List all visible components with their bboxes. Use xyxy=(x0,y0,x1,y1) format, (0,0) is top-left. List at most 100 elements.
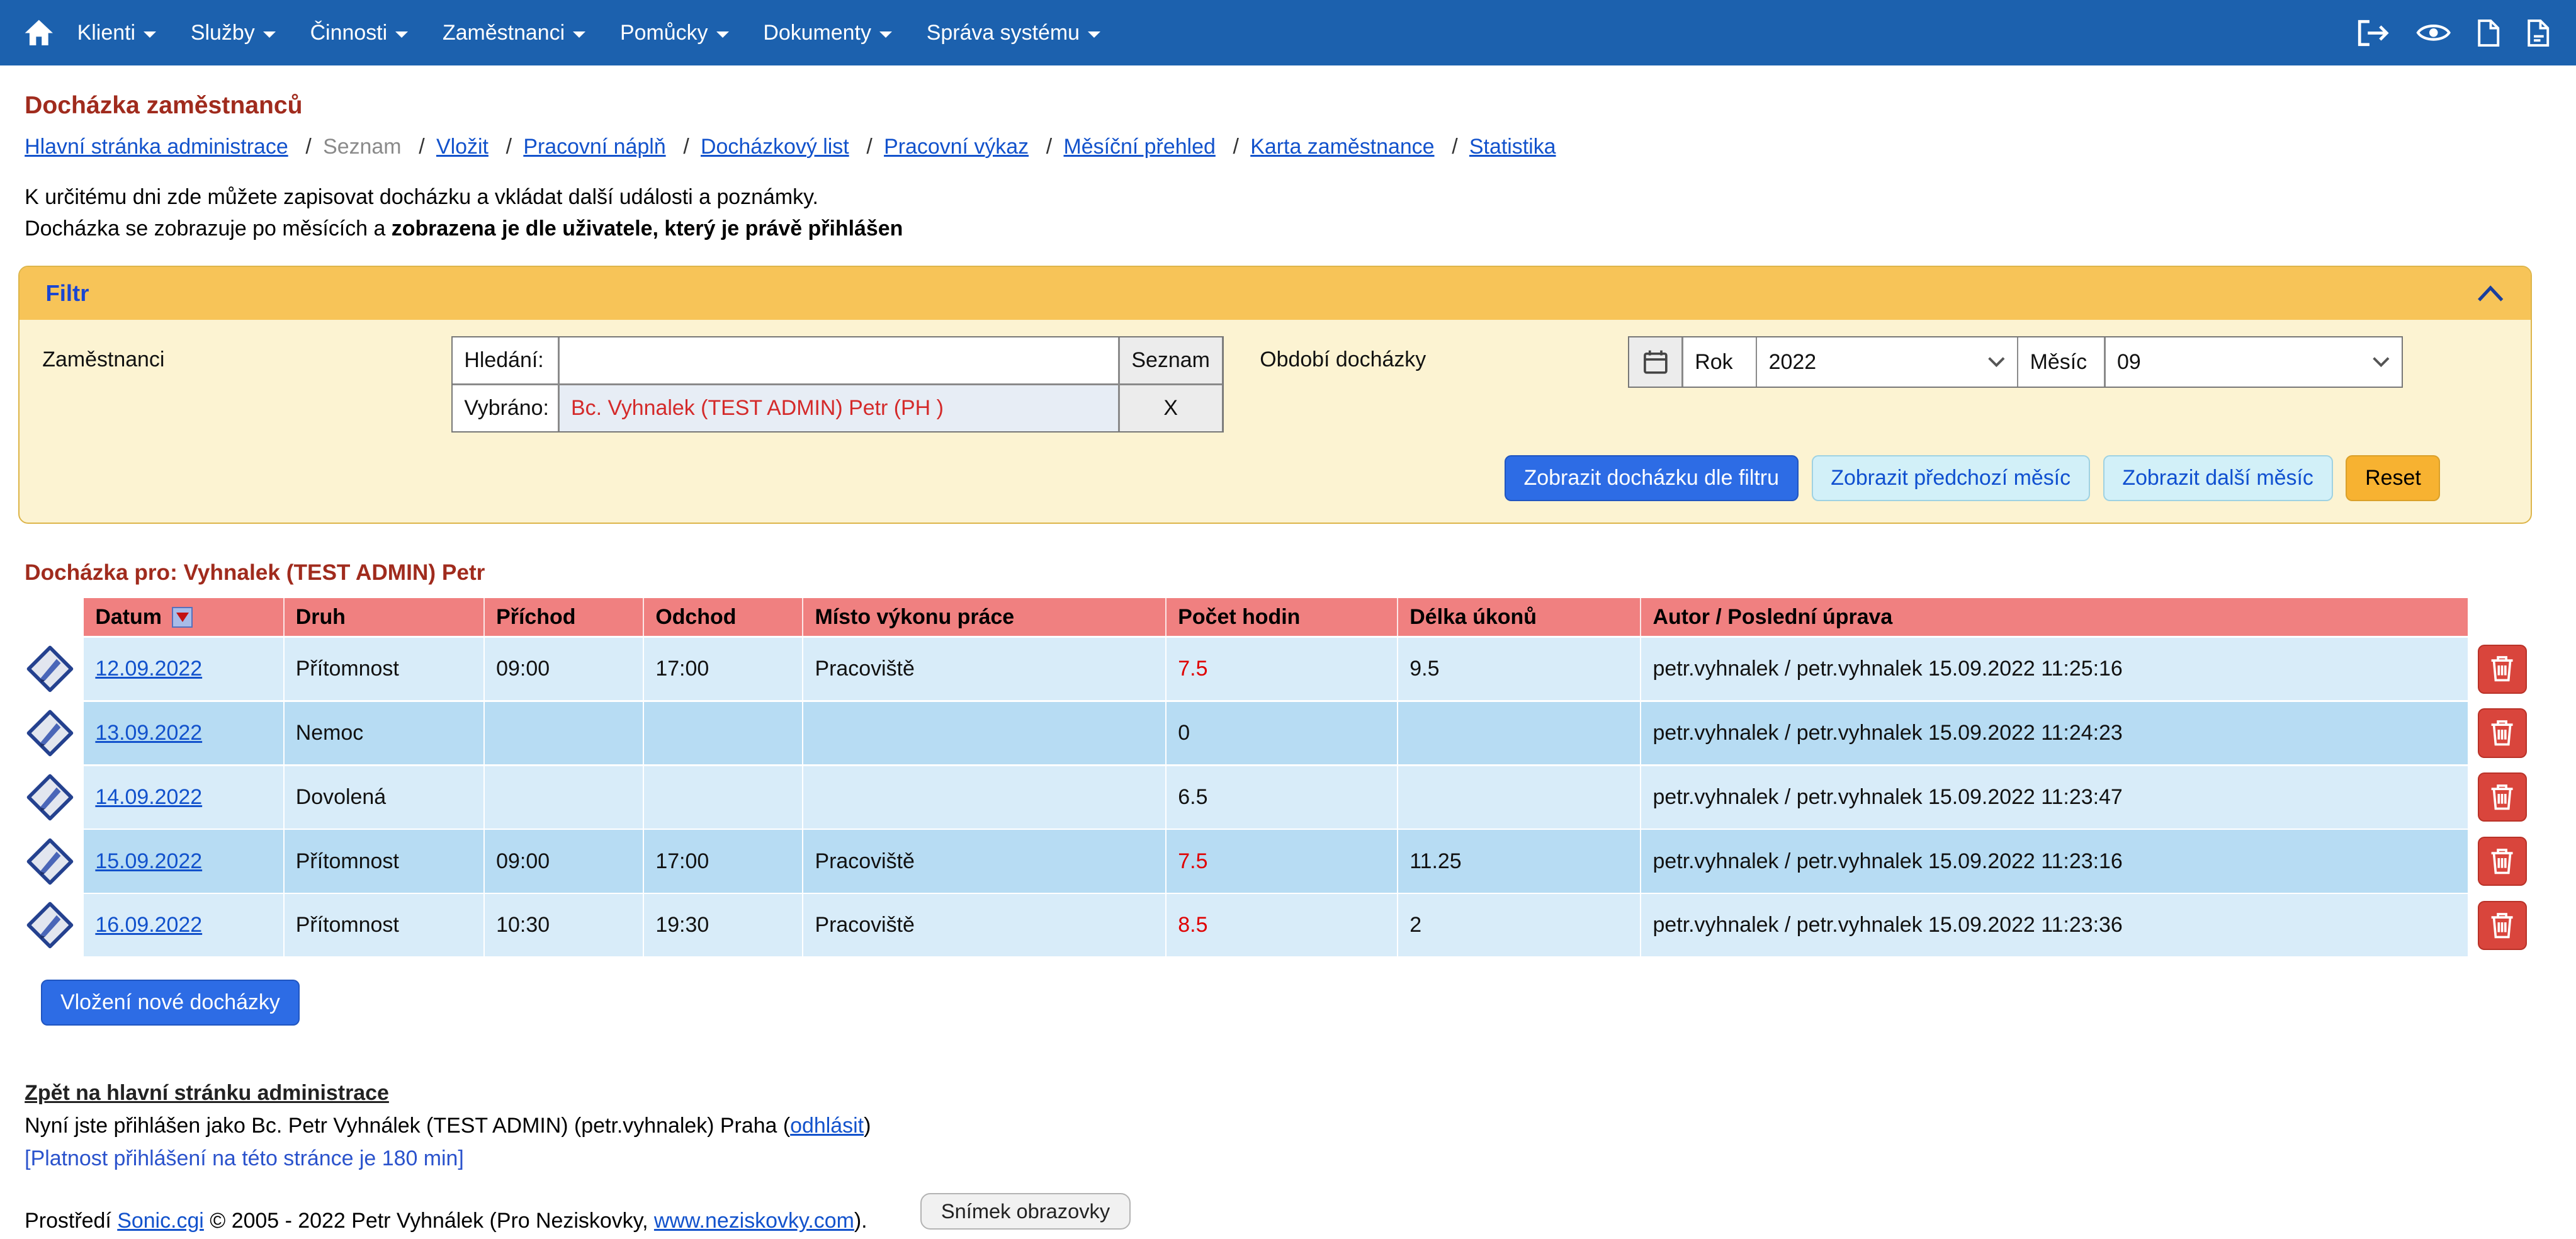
menu-item[interactable]: Pomůcky xyxy=(620,21,729,45)
document-save-icon[interactable] xyxy=(2526,18,2550,48)
menu-item[interactable]: Služby xyxy=(191,21,276,45)
logout-icon[interactable] xyxy=(2356,18,2391,48)
departure-cell: 17:00 xyxy=(644,638,803,700)
date-link[interactable]: 12.09.2022 xyxy=(95,657,202,681)
menu-item[interactable]: Klienti xyxy=(77,21,156,45)
trash-icon xyxy=(2490,719,2514,747)
delete-row-button[interactable] xyxy=(2478,708,2527,757)
neziskovky-link[interactable]: www.neziskovky.com xyxy=(654,1209,854,1233)
month-select[interactable]: 09 xyxy=(2106,337,2402,387)
prev-month-button[interactable]: Zobrazit předchozí měsíc xyxy=(1812,455,2090,501)
edit-attendance-icon[interactable] xyxy=(25,772,76,823)
breadcrumb: Hlavní stránka administrace Seznam Vloži… xyxy=(25,135,2576,159)
show-attendance-button[interactable]: Zobrazit docházku dle filtru xyxy=(1505,455,1799,501)
arrival-cell: 10:30 xyxy=(485,894,644,956)
edit-attendance-icon[interactable] xyxy=(25,708,76,759)
chevron-down-icon xyxy=(573,31,585,38)
month-label: Měsíc xyxy=(2018,337,2104,387)
place-cell: Pracoviště xyxy=(803,894,1167,956)
breadcrumb-item: Pracovní náplň xyxy=(494,135,665,159)
delete-row-button[interactable] xyxy=(2478,837,2527,886)
departure-cell: 19:30 xyxy=(644,894,803,956)
logout-link[interactable]: odhlásit xyxy=(790,1114,864,1138)
search-input[interactable] xyxy=(560,337,1118,383)
page-footer: Zpět na hlavní stránku administrace Nyní… xyxy=(25,1078,2576,1236)
intro-line-2-bold: zobrazena je dle uživatele, který je prá… xyxy=(392,217,903,240)
author-cell: petr.vyhnalek / petr.vyhnalek 15.09.2022… xyxy=(1641,766,2468,829)
reset-button[interactable]: Reset xyxy=(2346,455,2440,501)
breadcrumb-link[interactable]: Pracovní náplň xyxy=(523,135,665,159)
trash-icon xyxy=(2490,655,2514,682)
delete-row-button[interactable] xyxy=(2478,772,2527,822)
menu-item-label: Činnosti xyxy=(310,21,388,45)
hours-cell: 0 xyxy=(1167,702,1398,764)
login-info-suffix: ) xyxy=(864,1114,871,1138)
breadcrumb-link[interactable]: Statistika xyxy=(1469,135,1556,159)
period-label: Období docházky xyxy=(1224,336,1628,372)
arrival-cell: 09:00 xyxy=(485,830,644,892)
delete-row-button[interactable] xyxy=(2478,645,2527,694)
hours-cell: 6.5 xyxy=(1167,766,1398,829)
chevron-down-icon xyxy=(1088,31,1100,38)
edit-attendance-icon[interactable] xyxy=(25,836,76,887)
column-header-prichod: Příchod xyxy=(485,598,644,636)
chevron-down-icon xyxy=(2372,356,2390,368)
selected-label: Vybráno: xyxy=(453,385,558,431)
trash-icon xyxy=(2490,783,2514,811)
breadcrumb-link[interactable]: Měsíční přehled xyxy=(1063,135,1215,159)
back-to-admin-link[interactable]: Zpět na hlavní stránku administrace xyxy=(25,1081,389,1105)
column-header-druh: Druh xyxy=(285,598,485,636)
sort-desc-icon[interactable] xyxy=(172,607,193,628)
arrival-cell xyxy=(485,702,644,764)
list-button[interactable]: Seznam xyxy=(1120,337,1222,383)
filter-header[interactable]: Filtr xyxy=(20,267,2531,320)
breadcrumb-link[interactable]: Karta zaměstnance xyxy=(1250,135,1434,159)
menu-item[interactable]: Dokumenty xyxy=(763,21,892,45)
document-icon[interactable] xyxy=(2476,18,2500,48)
edit-attendance-icon[interactable] xyxy=(25,643,76,694)
menu-item-label: Dokumenty xyxy=(763,21,871,45)
collapse-chevron-up-icon[interactable] xyxy=(2477,285,2504,303)
insert-attendance-button[interactable]: Vložení nové docházky xyxy=(41,980,299,1026)
breadcrumb-link[interactable]: Hlavní stránka administrace xyxy=(25,135,288,159)
menu-item-label: Služby xyxy=(191,21,255,45)
menu-item[interactable]: Zaměstnanci xyxy=(443,21,585,45)
year-select[interactable]: 2022 xyxy=(1757,337,2016,387)
filter-buttons: Zobrazit docházku dle filtru Zobrazit př… xyxy=(42,455,2507,501)
attendance-section-title: Docházka pro: Vyhnalek (TEST ADMIN) Petr xyxy=(25,560,2576,586)
author-cell: petr.vyhnalek / petr.vyhnalek 15.09.2022… xyxy=(1641,638,2468,700)
remove-selected-button[interactable]: X xyxy=(1120,385,1222,431)
place-cell xyxy=(803,766,1167,829)
breadcrumb-link[interactable]: Pracovní výkaz xyxy=(884,135,1029,159)
duration-cell xyxy=(1398,702,1641,764)
home-icon[interactable] xyxy=(23,18,55,48)
edit-attendance-icon[interactable] xyxy=(25,900,76,951)
date-cell: 13.09.2022 xyxy=(84,702,284,764)
menu-item[interactable]: Správa systému xyxy=(927,21,1100,45)
breadcrumb-link[interactable]: Vložit xyxy=(436,135,489,159)
eye-icon[interactable] xyxy=(2415,20,2451,46)
date-link[interactable]: 15.09.2022 xyxy=(95,849,202,874)
column-header-misto: Místo výkonu práce xyxy=(803,598,1167,636)
table-row: 15.09.2022 Přítomnost 09:00 17:00 Pracov… xyxy=(25,830,2576,892)
calendar-icon[interactable] xyxy=(1629,337,1682,387)
employee-filter-group: Hledání: Seznam Vybráno: Bc. Vyhnalek (T… xyxy=(451,336,1224,433)
type-cell: Nemoc xyxy=(285,702,485,764)
date-link[interactable]: 16.09.2022 xyxy=(95,913,202,937)
breadcrumb-link[interactable]: Docházkový list xyxy=(701,135,849,159)
filter-body: Zaměstnanci Hledání: Seznam Vybráno: Bc.… xyxy=(20,320,2531,523)
column-header-datum: Datum xyxy=(84,598,284,636)
date-link[interactable]: 13.09.2022 xyxy=(95,721,202,745)
place-cell xyxy=(803,702,1167,764)
intro-line-2-normal: Docházka se zobrazuje po měsících a xyxy=(25,217,392,240)
type-cell: Přítomnost xyxy=(285,638,485,700)
sonic-link[interactable]: Sonic.cgi xyxy=(117,1209,204,1233)
menu-item[interactable]: Činnosti xyxy=(310,21,409,45)
filter-panel: Filtr Zaměstnanci Hledání: Seznam Vybrán… xyxy=(18,266,2532,524)
attendance-row-cells: 13.09.2022 Nemoc 0 petr.vyhnalek / petr.… xyxy=(84,702,2468,764)
navbar-actions xyxy=(2356,18,2550,48)
delete-row-button[interactable] xyxy=(2478,901,2527,950)
next-month-button[interactable]: Zobrazit další měsíc xyxy=(2103,455,2333,501)
author-cell: petr.vyhnalek / petr.vyhnalek 15.09.2022… xyxy=(1641,830,2468,892)
date-link[interactable]: 14.09.2022 xyxy=(95,785,202,810)
